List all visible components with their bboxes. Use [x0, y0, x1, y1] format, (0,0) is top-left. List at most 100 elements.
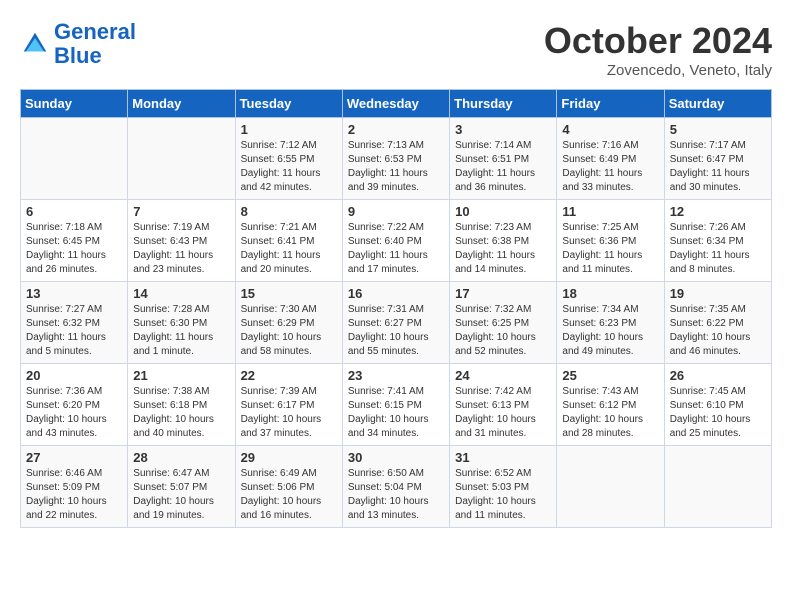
location: Zovencedo, Veneto, Italy: [544, 62, 772, 79]
day-number: 16: [348, 286, 444, 301]
calendar-cell: 25 Sunrise: 7:43 AMSunset: 6:12 PMDayligh…: [557, 364, 664, 446]
calendar-cell: 19 Sunrise: 7:35 AMSunset: 6:22 PMDayligh…: [664, 282, 771, 364]
calendar-cell: 22 Sunrise: 7:39 AMSunset: 6:17 PMDayligh…: [235, 364, 342, 446]
day-info: Sunrise: 7:12 AMSunset: 6:55 PMDaylight:…: [241, 139, 337, 195]
day-number: 20: [26, 368, 122, 383]
calendar-cell: 3 Sunrise: 7:14 AMSunset: 6:51 PMDaylight…: [450, 118, 557, 200]
day-info: Sunrise: 7:18 AMSunset: 6:45 PMDaylight:…: [26, 221, 122, 277]
calendar-cell: 26 Sunrise: 7:45 AMSunset: 6:10 PMDayligh…: [664, 364, 771, 446]
calendar-body: 1 Sunrise: 7:12 AMSunset: 6:55 PMDaylight…: [21, 118, 772, 528]
day-number: 15: [241, 286, 337, 301]
day-info: Sunrise: 6:52 AMSunset: 5:03 PMDaylight:…: [455, 467, 551, 523]
day-info: Sunrise: 7:16 AMSunset: 6:49 PMDaylight:…: [562, 139, 658, 195]
day-info: Sunrise: 7:34 AMSunset: 6:23 PMDaylight:…: [562, 303, 658, 359]
day-info: Sunrise: 7:32 AMSunset: 6:25 PMDaylight:…: [455, 303, 551, 359]
day-info: Sunrise: 7:43 AMSunset: 6:12 PMDaylight:…: [562, 385, 658, 441]
day-number: 8: [241, 204, 337, 219]
calendar-cell: 18Sunrise: 7:34 AMSunset: 6:23 PMDayligh…: [557, 282, 664, 364]
day-info: Sunrise: 7:41 AMSunset: 6:15 PMDaylight:…: [348, 385, 444, 441]
logo-line2: Blue: [54, 43, 102, 68]
calendar-cell: 4 Sunrise: 7:16 AMSunset: 6:49 PMDaylight…: [557, 118, 664, 200]
calendar-cell: 27 Sunrise: 6:46 AMSunset: 5:09 PMDayligh…: [21, 446, 128, 528]
day-number: 28: [133, 450, 229, 465]
day-number: 22: [241, 368, 337, 383]
day-number: 25: [562, 368, 658, 383]
day-info: Sunrise: 7:27 AMSunset: 6:32 PMDaylight:…: [26, 303, 122, 359]
day-number: 5: [670, 122, 766, 137]
calendar-week-row: 13 Sunrise: 7:27 AMSunset: 6:32 PMDayligh…: [21, 282, 772, 364]
day-number: 17: [455, 286, 551, 301]
calendar-cell: 9Sunrise: 7:22 AMSunset: 6:40 PMDaylight…: [342, 200, 449, 282]
day-info: Sunrise: 7:21 AMSunset: 6:41 PMDaylight:…: [241, 221, 337, 277]
calendar-cell: 13 Sunrise: 7:27 AMSunset: 6:32 PMDayligh…: [21, 282, 128, 364]
calendar-cell: 11 Sunrise: 7:25 AMSunset: 6:36 PMDayligh…: [557, 200, 664, 282]
weekday-header: Tuesday: [235, 90, 342, 118]
day-info: Sunrise: 7:30 AMSunset: 6:29 PMDaylight:…: [241, 303, 337, 359]
calendar-table: SundayMondayTuesdayWednesdayThursdayFrid…: [20, 89, 772, 528]
day-number: 31: [455, 450, 551, 465]
calendar-cell: 15 Sunrise: 7:30 AMSunset: 6:29 PMDayligh…: [235, 282, 342, 364]
day-info: Sunrise: 6:46 AMSunset: 5:09 PMDaylight:…: [26, 467, 122, 523]
day-info: Sunrise: 7:13 AMSunset: 6:53 PMDaylight:…: [348, 139, 444, 195]
calendar-cell: 14 Sunrise: 7:28 AMSunset: 6:30 PMDayligh…: [128, 282, 235, 364]
day-info: Sunrise: 7:31 AMSunset: 6:27 PMDaylight:…: [348, 303, 444, 359]
weekday-header: Sunday: [21, 90, 128, 118]
calendar-cell: 20 Sunrise: 7:36 AMSunset: 6:20 PMDayligh…: [21, 364, 128, 446]
calendar-cell: 23Sunrise: 7:41 AMSunset: 6:15 PMDayligh…: [342, 364, 449, 446]
day-number: 10: [455, 204, 551, 219]
day-info: Sunrise: 7:28 AMSunset: 6:30 PMDaylight:…: [133, 303, 229, 359]
day-info: Sunrise: 6:49 AMSunset: 5:06 PMDaylight:…: [241, 467, 337, 523]
logo-icon: [20, 29, 50, 59]
calendar-cell: 17 Sunrise: 7:32 AMSunset: 6:25 PMDayligh…: [450, 282, 557, 364]
day-number: 11: [562, 204, 658, 219]
day-number: 26: [670, 368, 766, 383]
day-info: Sunrise: 7:22 AMSunset: 6:40 PMDaylight:…: [348, 221, 444, 277]
calendar-cell: 2 Sunrise: 7:13 AMSunset: 6:53 PMDaylight…: [342, 118, 449, 200]
day-number: 24: [455, 368, 551, 383]
day-info: Sunrise: 7:36 AMSunset: 6:20 PMDaylight:…: [26, 385, 122, 441]
weekday-header: Wednesday: [342, 90, 449, 118]
day-number: 14: [133, 286, 229, 301]
weekday-header: Thursday: [450, 90, 557, 118]
day-info: Sunrise: 7:25 AMSunset: 6:36 PMDaylight:…: [562, 221, 658, 277]
calendar-week-row: 6 Sunrise: 7:18 AMSunset: 6:45 PMDaylight…: [21, 200, 772, 282]
month-title: October 2024: [544, 20, 772, 62]
day-info: Sunrise: 7:17 AMSunset: 6:47 PMDaylight:…: [670, 139, 766, 195]
day-number: 3: [455, 122, 551, 137]
day-number: 1: [241, 122, 337, 137]
title-block: October 2024 Zovencedo, Veneto, Italy: [544, 20, 772, 79]
page-header: General Blue October 2024 Zovencedo, Ven…: [20, 20, 772, 79]
day-info: Sunrise: 7:26 AMSunset: 6:34 PMDaylight:…: [670, 221, 766, 277]
logo: General Blue: [20, 20, 136, 68]
day-number: 29: [241, 450, 337, 465]
day-number: 19: [670, 286, 766, 301]
day-number: 13: [26, 286, 122, 301]
day-number: 27: [26, 450, 122, 465]
calendar-cell: 10 Sunrise: 7:23 AMSunset: 6:38 PMDayligh…: [450, 200, 557, 282]
weekday-header: Friday: [557, 90, 664, 118]
day-number: 6: [26, 204, 122, 219]
day-number: 4: [562, 122, 658, 137]
logo-text: General Blue: [54, 20, 136, 68]
calendar-cell: 8 Sunrise: 7:21 AMSunset: 6:41 PMDaylight…: [235, 200, 342, 282]
day-info: Sunrise: 7:19 AMSunset: 6:43 PMDaylight:…: [133, 221, 229, 277]
calendar-cell: 5 Sunrise: 7:17 AMSunset: 6:47 PMDaylight…: [664, 118, 771, 200]
calendar-cell: 31 Sunrise: 6:52 AMSunset: 5:03 PMDayligh…: [450, 446, 557, 528]
calendar-cell: 30Sunrise: 6:50 AMSunset: 5:04 PMDayligh…: [342, 446, 449, 528]
weekday-header: Monday: [128, 90, 235, 118]
day-info: Sunrise: 7:35 AMSunset: 6:22 PMDaylight:…: [670, 303, 766, 359]
calendar-cell: [557, 446, 664, 528]
day-info: Sunrise: 7:39 AMSunset: 6:17 PMDaylight:…: [241, 385, 337, 441]
day-number: 2: [348, 122, 444, 137]
calendar-cell: 6 Sunrise: 7:18 AMSunset: 6:45 PMDaylight…: [21, 200, 128, 282]
day-info: Sunrise: 7:14 AMSunset: 6:51 PMDaylight:…: [455, 139, 551, 195]
calendar-week-row: 1 Sunrise: 7:12 AMSunset: 6:55 PMDaylight…: [21, 118, 772, 200]
calendar-header: SundayMondayTuesdayWednesdayThursdayFrid…: [21, 90, 772, 118]
logo-line1: General: [54, 19, 136, 44]
day-info: Sunrise: 6:47 AMSunset: 5:07 PMDaylight:…: [133, 467, 229, 523]
day-info: Sunrise: 7:45 AMSunset: 6:10 PMDaylight:…: [670, 385, 766, 441]
weekday-row: SundayMondayTuesdayWednesdayThursdayFrid…: [21, 90, 772, 118]
calendar-cell: [664, 446, 771, 528]
day-info: Sunrise: 7:23 AMSunset: 6:38 PMDaylight:…: [455, 221, 551, 277]
calendar-cell: 1 Sunrise: 7:12 AMSunset: 6:55 PMDaylight…: [235, 118, 342, 200]
